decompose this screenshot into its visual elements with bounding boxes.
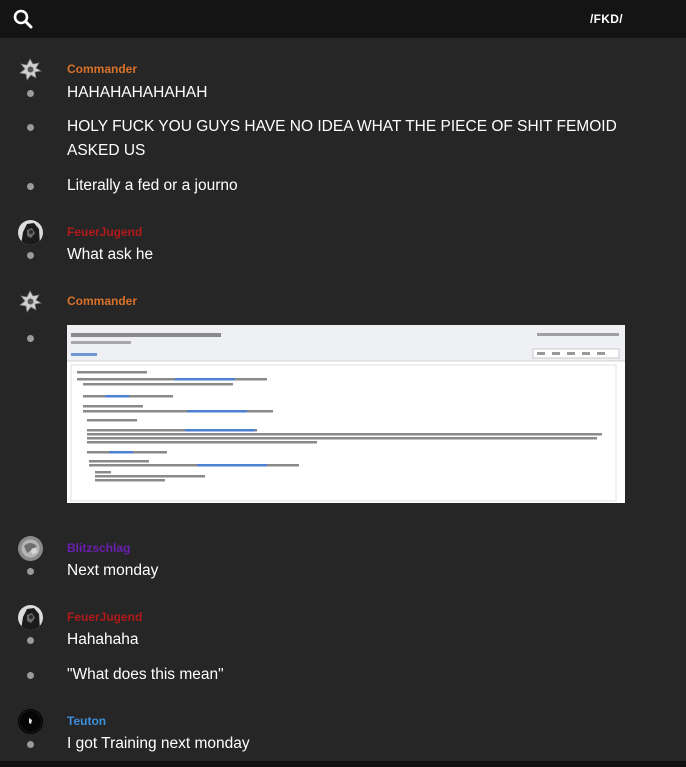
message-bullet (27, 252, 34, 259)
message-bullet (27, 637, 34, 644)
message-bullet (27, 335, 34, 342)
avatar[interactable] (18, 57, 43, 82)
email-screenshot-attachment[interactable] (67, 325, 625, 503)
avatar[interactable] (18, 536, 43, 561)
author-name[interactable]: Commander (67, 62, 137, 76)
message-text: Literally a fed or a journo (67, 177, 238, 194)
message-bullet (27, 124, 34, 131)
author-name[interactable]: FeuerJugend (67, 610, 142, 624)
avatar[interactable] (18, 220, 43, 245)
message-text: What ask he (67, 246, 154, 263)
channel-name: /FKD/ (590, 12, 623, 26)
bottom-edge (0, 761, 686, 767)
author-name[interactable]: Commander (67, 294, 137, 308)
message-bullet (27, 90, 34, 97)
avatar[interactable] (18, 605, 43, 630)
message-text: "What does this mean" (67, 666, 224, 683)
message-bullet (27, 568, 34, 575)
message-bullet (27, 672, 34, 679)
author-name[interactable]: FeuerJugend (67, 225, 142, 239)
message-text: Hahahaha (67, 631, 139, 648)
top-bar: /FKD/ (0, 0, 686, 38)
message-text: I got Training next monday (67, 735, 250, 752)
message-bullet (27, 741, 34, 748)
author-name[interactable]: Teuton (67, 714, 106, 728)
author-name[interactable]: Blitzschlag (67, 541, 130, 555)
message-text: HAHAHAHAHAHAH (67, 84, 208, 101)
search-icon[interactable] (13, 9, 33, 29)
email-screenshot-image (67, 325, 625, 503)
avatar[interactable] (18, 709, 43, 734)
message-bullet (27, 183, 34, 190)
message-text: HOLY FUCK YOU GUYS HAVE NO IDEA WHAT THE… (67, 118, 617, 159)
avatar[interactable] (18, 289, 43, 314)
message-text: Next monday (67, 562, 159, 579)
